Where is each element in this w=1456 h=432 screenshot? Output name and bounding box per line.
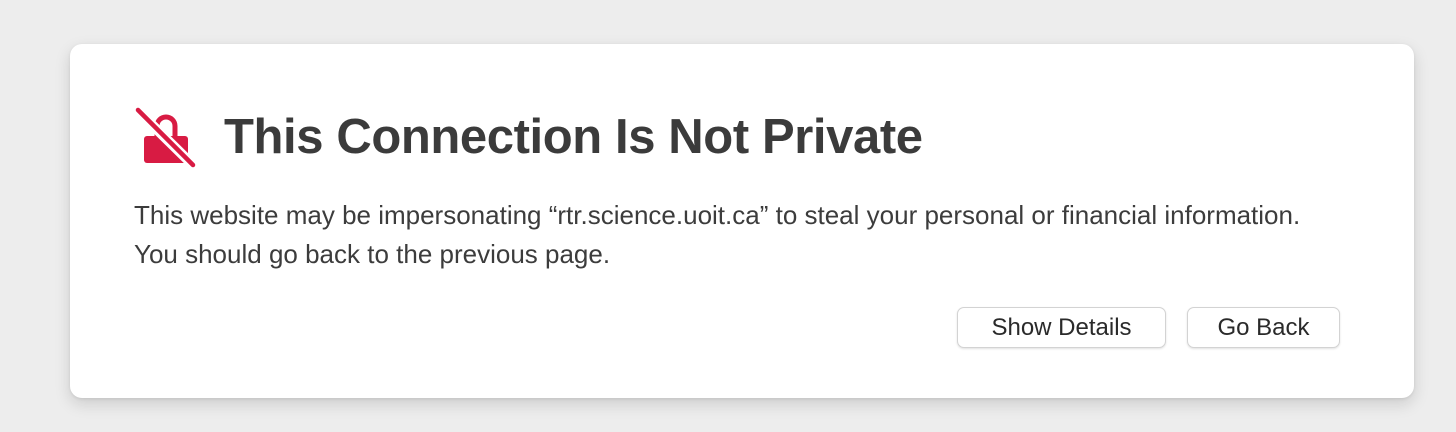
dialog-message: This website may be impersonating “rtr.s… — [134, 200, 1301, 269]
go-back-button[interactable]: Go Back — [1187, 307, 1340, 348]
dialog-header: This Connection Is Not Private — [134, 106, 923, 168]
broken-lock-icon — [134, 106, 196, 168]
dialog-title: This Connection Is Not Private — [224, 110, 923, 164]
dialog-buttons: Show Details Go Back — [957, 307, 1340, 348]
warning-dialog: This Connection Is Not Private This webs… — [70, 44, 1414, 398]
show-details-button[interactable]: Show Details — [957, 307, 1166, 348]
